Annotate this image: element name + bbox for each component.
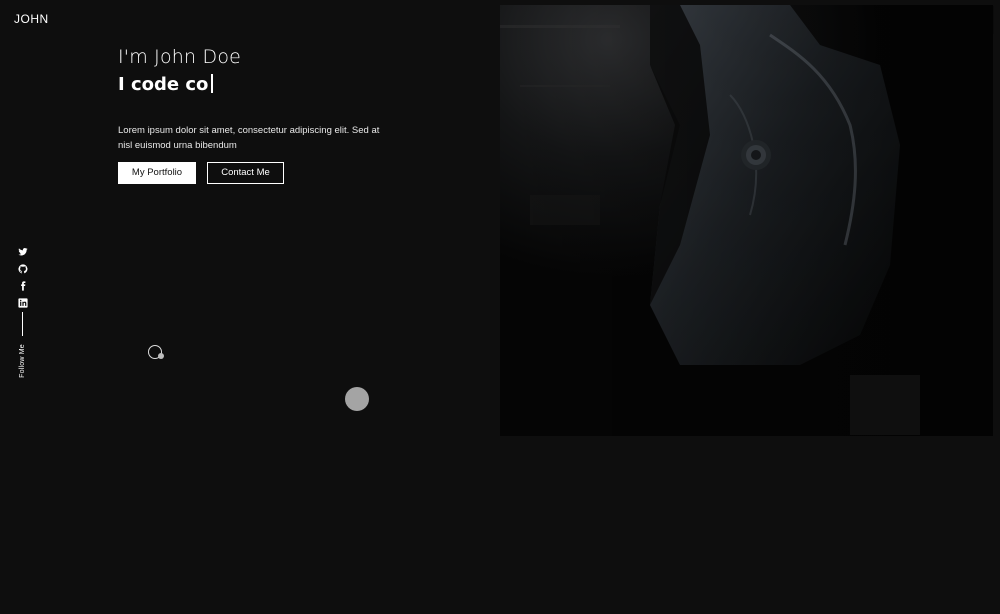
- hero-intro: I'm John Doe I code co: [118, 44, 418, 98]
- typing-caret: [211, 74, 214, 93]
- twitter-icon[interactable]: [17, 246, 29, 258]
- typed-headline: I code co: [118, 72, 418, 98]
- hooded-figure-photo: [500, 5, 993, 436]
- typed-text: I code co: [118, 74, 209, 95]
- cursor-dot: [158, 353, 164, 359]
- floating-blob: [345, 387, 369, 411]
- hero-bio: Lorem ipsum dolor sit amet, consectetur …: [118, 125, 380, 151]
- hero-greeting: I'm John Doe: [118, 46, 242, 68]
- portfolio-button[interactable]: My Portfolio: [118, 162, 196, 184]
- facebook-icon[interactable]: [17, 280, 29, 292]
- follow-me-label: Follow Me: [19, 344, 26, 378]
- follow-divider: [22, 312, 23, 336]
- hero-photo: [500, 5, 993, 436]
- page: JOHN I'm John Doe I code co Lorem ipsum …: [0, 0, 1000, 614]
- linkedin-icon[interactable]: [17, 297, 29, 309]
- github-icon[interactable]: [17, 263, 29, 275]
- site-logo[interactable]: JOHN: [14, 12, 49, 26]
- contact-button[interactable]: Contact Me: [207, 162, 284, 184]
